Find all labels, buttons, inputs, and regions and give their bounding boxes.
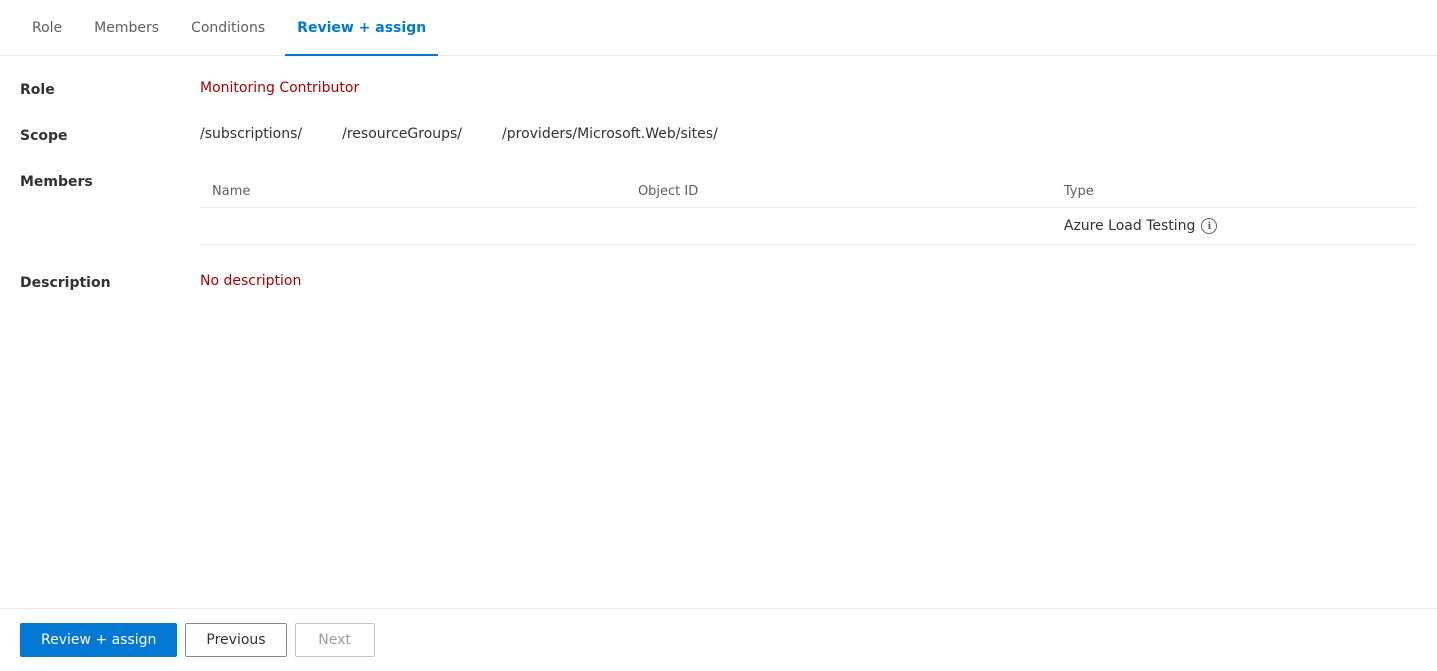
tab-members-label: Members [94,20,159,36]
tab-conditions-label: Conditions [191,20,265,36]
scope-row: Scope /subscriptions/ /resourceGroups/ /… [20,126,1417,144]
tab-role[interactable]: Role [20,0,74,56]
role-label: Role [20,80,200,98]
description-value: No description [200,273,301,289]
previous-button[interactable]: Previous [185,623,286,657]
tab-members[interactable]: Members [82,0,171,56]
footer: Review + assign Previous Next [0,608,1437,671]
description-row: Description No description [20,273,1417,291]
main-content: Role Members Conditions Review + assign … [0,0,1437,671]
tab-conditions[interactable]: Conditions [179,0,277,56]
col-objectid-header: Object ID [626,176,1052,208]
tab-role-label: Role [32,20,62,36]
review-assign-button[interactable]: Review + assign [20,623,177,657]
member-type: Azure Load Testing ℹ [1052,208,1417,245]
scope-label: Scope [20,126,200,144]
members-table-header: Name Object ID Type [200,176,1417,208]
scope-values: /subscriptions/ /resourceGroups/ /provid… [200,126,718,142]
col-name-header: Name [200,176,626,208]
type-cell: Azure Load Testing ℹ [1064,218,1405,234]
members-table: Name Object ID Type Azure Load Testing [200,176,1417,245]
table-row: Azure Load Testing ℹ [200,208,1417,245]
scope-providers: /providers/Microsoft.Web/sites/ [502,126,718,142]
info-icon[interactable]: ℹ [1201,218,1217,234]
scope-subscriptions: /subscriptions/ [200,126,302,142]
scope-resourcegroups: /resourceGroups/ [342,126,462,142]
form-content: Role Monitoring Contributor Scope /subsc… [0,56,1437,608]
role-value: Monitoring Contributor [200,80,1417,96]
col-type-header: Type [1052,176,1417,208]
member-objectid [626,208,1052,245]
members-label: Members [20,172,200,190]
member-name [200,208,626,245]
description-label: Description [20,273,200,291]
members-row: Members Name Object ID Type [20,172,1417,245]
tab-review-assign[interactable]: Review + assign [285,0,438,56]
next-button: Next [295,623,375,657]
tab-review-assign-label: Review + assign [297,20,426,36]
role-row: Role Monitoring Contributor [20,80,1417,98]
member-type-value: Azure Load Testing [1064,218,1196,234]
tab-navigation: Role Members Conditions Review + assign [0,0,1437,56]
members-section: Name Object ID Type Azure Load Testing [200,172,1417,245]
